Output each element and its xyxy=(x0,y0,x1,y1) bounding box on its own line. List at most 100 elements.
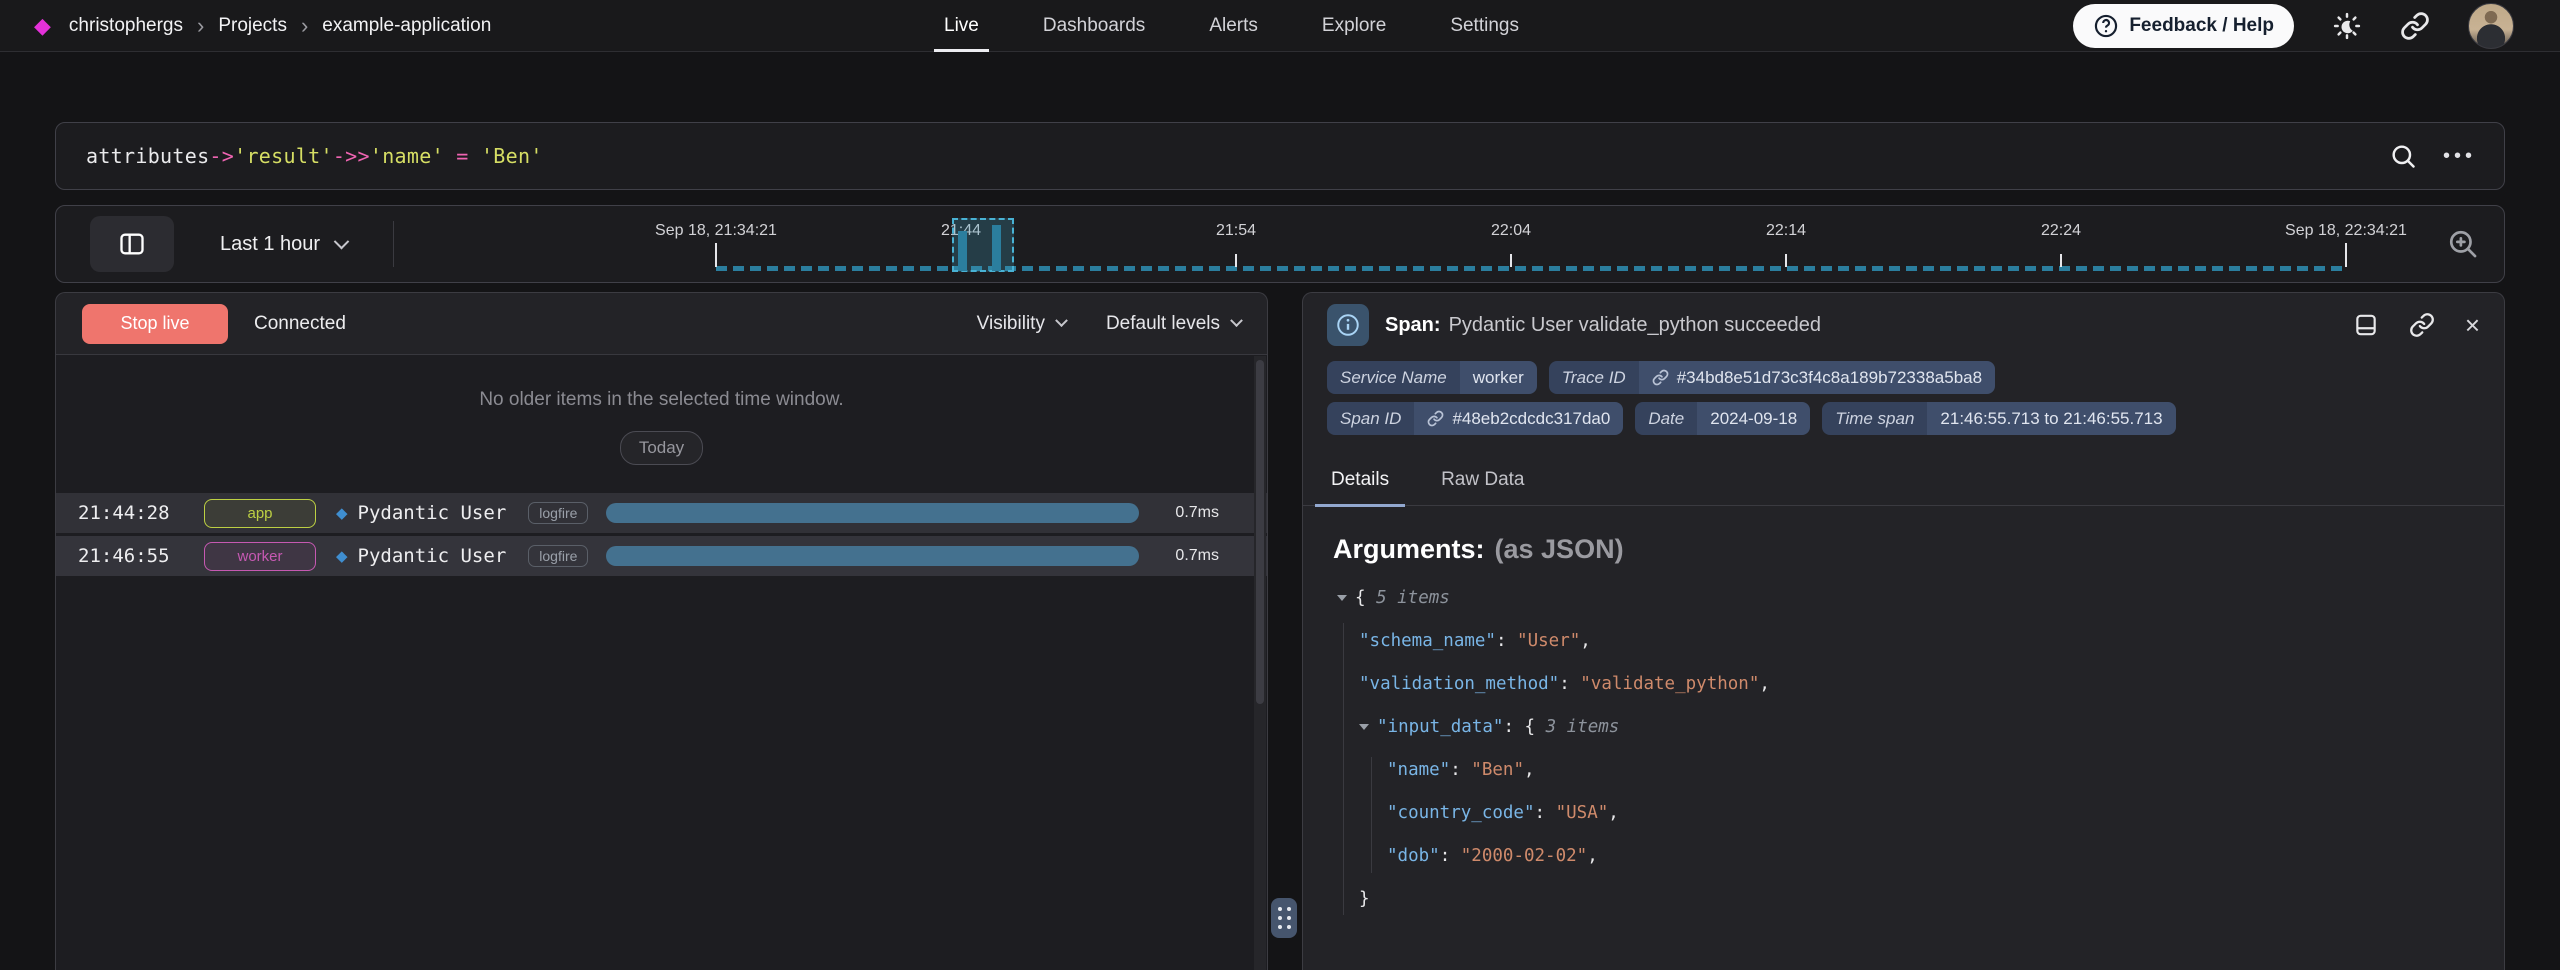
meta-badge-text: #48eb2cdcdc317da0 xyxy=(1452,409,1610,429)
help-circle-icon xyxy=(2093,13,2119,39)
histogram-bar xyxy=(992,225,1001,271)
detail-tabs: Details Raw Data xyxy=(1303,459,2504,506)
meta-badge-span-id[interactable]: Span ID #48eb2cdcdc317da0 xyxy=(1327,402,1623,435)
tab-settings[interactable]: Settings xyxy=(1450,0,1519,52)
json-line: { 5 items xyxy=(1323,577,2504,620)
json-line: "name": "Ben", xyxy=(1323,749,2504,792)
timeline-tick-mark xyxy=(2345,243,2347,267)
query-bar[interactable]: attributes->'result'->>'name' = 'Ben' ••… xyxy=(55,122,2505,190)
sidebar-toggle-icon[interactable] xyxy=(90,216,174,272)
meta-badge-label: Service Name xyxy=(1327,361,1460,394)
timeline-tick-mark xyxy=(2060,254,2062,267)
default-levels-dropdown[interactable]: Default levels xyxy=(1106,313,1241,335)
divider xyxy=(393,221,394,267)
timeline-tick-label: 22:24 xyxy=(2041,222,2081,240)
histogram-bar xyxy=(958,231,967,271)
scrollbar-thumb[interactable] xyxy=(1256,360,1264,704)
search-icon[interactable] xyxy=(2389,142,2417,170)
meta-badge-label: Time span xyxy=(1822,402,1927,435)
breadcrumb-org[interactable]: christophergs xyxy=(69,15,183,37)
dock-bottom-icon[interactable] xyxy=(2353,312,2379,338)
default-levels-label: Default levels xyxy=(1106,313,1220,335)
today-badge[interactable]: Today xyxy=(620,431,703,465)
chevron-down-icon[interactable] xyxy=(1359,724,1369,730)
timeline-tick-label: 22:14 xyxy=(1766,222,1806,240)
span-title: Span: Pydantic User validate_python succe… xyxy=(1385,314,1821,337)
stop-live-button[interactable]: Stop live xyxy=(82,304,228,344)
tab-alerts[interactable]: Alerts xyxy=(1209,0,1258,52)
timeline-tick-label: 21:54 xyxy=(1216,222,1256,240)
time-range-select[interactable]: Last 1 hour xyxy=(220,233,347,256)
query-more-menu[interactable]: ••• xyxy=(2443,145,2476,168)
span-list-item[interactable]: 21:46:55worker◆Pydantic Userlogfire0.7ms xyxy=(56,536,1267,576)
json-comma: , xyxy=(1759,674,1770,694)
share-link-icon[interactable] xyxy=(2400,11,2430,41)
visibility-label: Visibility xyxy=(977,313,1045,335)
query-input[interactable]: attributes->'result'->>'name' = 'Ben' xyxy=(56,144,2389,168)
time-range-bar: Sep 18, 21:34:2121:4421:5422:0422:1422:2… xyxy=(55,205,2505,283)
timeline-histogram[interactable]: Sep 18, 21:34:2121:4421:5422:0422:1422:2… xyxy=(56,206,2504,282)
span-detail-header: Span: Pydantic User validate_python succe… xyxy=(1303,293,2504,357)
chevron-down-icon xyxy=(1055,314,1068,327)
span-timestamp: 21:46:55 xyxy=(78,545,186,567)
tab-live[interactable]: Live xyxy=(944,0,979,52)
zoom-in-icon[interactable] xyxy=(2446,227,2480,261)
chevron-down-icon[interactable] xyxy=(1337,595,1347,601)
top-right-actions: Feedback / Help xyxy=(2073,0,2560,52)
top-tabs: Live Dashboards Alerts Explore Settings xyxy=(944,0,1519,52)
span-title-text: Pydantic User validate_python succeeded xyxy=(1449,314,1821,336)
indent-guide xyxy=(1343,623,1344,915)
live-view-panel: Stop live Connected Visibility Default l… xyxy=(55,292,1268,970)
json-comma: , xyxy=(1587,846,1598,866)
live-panel-header: Stop live Connected Visibility Default l… xyxy=(56,293,1267,355)
json-line: "input_data": { 3 items xyxy=(1323,706,2504,749)
logfire-logo-icon[interactable]: ◆ xyxy=(34,15,51,37)
span-kind-icon: ◆ xyxy=(336,504,348,522)
scrollbar-track[interactable] xyxy=(1254,356,1266,970)
meta-badge-value: worker xyxy=(1460,361,1537,394)
chevron-down-icon xyxy=(334,233,350,249)
span-kind-label: Span: xyxy=(1385,314,1441,336)
meta-badge-label: Span ID xyxy=(1327,402,1414,435)
span-name: Pydantic User xyxy=(358,545,507,567)
tab-explore[interactable]: Explore xyxy=(1322,0,1386,52)
arguments-heading-text: Arguments: xyxy=(1333,534,1485,564)
user-avatar[interactable] xyxy=(2468,3,2514,49)
info-icon xyxy=(1327,304,1369,346)
panel-resize-handle[interactable] xyxy=(1271,898,1297,938)
close-icon[interactable]: × xyxy=(2465,312,2480,338)
tab-dashboards[interactable]: Dashboards xyxy=(1043,0,1145,52)
meta-badge-value: #48eb2cdcdc317da0 xyxy=(1414,402,1623,435)
json-key: "validation_method" xyxy=(1359,674,1559,694)
visibility-dropdown[interactable]: Visibility xyxy=(977,313,1066,335)
live-panel-body: No older items in the selected time wind… xyxy=(56,355,1267,970)
tab-details[interactable]: Details xyxy=(1327,459,1393,505)
json-comma: , xyxy=(1608,803,1619,823)
timeline-tick-label: Sep 18, 22:34:21 xyxy=(2285,222,2407,240)
span-meta-badges: Service Nameworker Trace ID#34bd8e51d73c3… xyxy=(1303,357,2504,435)
duration-bar xyxy=(606,503,1139,523)
json-colon: : xyxy=(1535,803,1556,823)
theme-toggle-icon[interactable] xyxy=(2332,11,2362,41)
json-brace: } xyxy=(1359,889,1370,909)
json-line: } xyxy=(1323,878,2504,921)
meta-badge-text: 2024-09-18 xyxy=(1710,409,1797,429)
duration-label: 0.7ms xyxy=(1157,547,1219,565)
span-kind-icon: ◆ xyxy=(336,547,348,565)
tab-raw-data[interactable]: Raw Data xyxy=(1437,459,1528,505)
meta-badge-value: 21:46:55.713 to 21:46:55.713 xyxy=(1927,402,2175,435)
json-value: "User" xyxy=(1517,631,1580,651)
meta-badge-time-span: Time span21:46:55.713 to 21:46:55.713 xyxy=(1822,402,2175,435)
breadcrumb-projects[interactable]: Projects xyxy=(218,15,287,37)
breadcrumb-project[interactable]: example-application xyxy=(322,15,491,37)
connection-status: Connected xyxy=(254,313,346,335)
span-list-item[interactable]: 21:44:28app◆Pydantic Userlogfire0.7ms xyxy=(56,493,1267,533)
breadcrumb: christophergs › Projects › example-appli… xyxy=(69,15,491,37)
badge-row: Span ID#48eb2cdcdc317da0Date2024-09-18Ti… xyxy=(1327,402,2480,435)
meta-badge-trace-id[interactable]: Trace ID#34bd8e51d73c3f4c8a189b72338a5ba… xyxy=(1549,361,1995,394)
empty-window-message: No older items in the selected time wind… xyxy=(56,389,1267,411)
feedback-help-label: Feedback / Help xyxy=(2129,15,2274,37)
scope-badge: logfire xyxy=(528,502,588,524)
feedback-help-button[interactable]: Feedback / Help xyxy=(2073,4,2294,48)
copy-link-icon[interactable] xyxy=(2409,312,2435,338)
